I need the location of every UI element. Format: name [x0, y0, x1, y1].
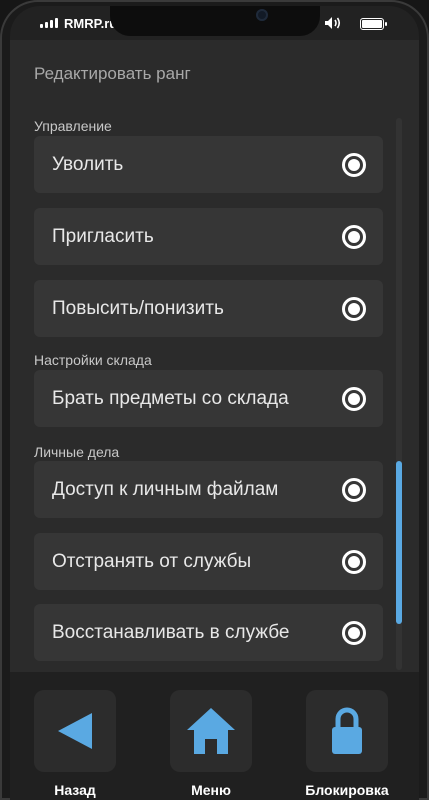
menu-label: Меню [191, 782, 231, 798]
radio-toggle[interactable] [342, 477, 366, 502]
section-label-management: Управление [34, 118, 112, 134]
lock-icon [332, 707, 362, 754]
back-button[interactable] [34, 690, 116, 772]
permission-label: Восстанавливать в службе [52, 621, 290, 643]
back-arrow-icon [58, 713, 92, 749]
radio-toggle[interactable] [342, 296, 366, 321]
permission-label: Пригласить [52, 225, 154, 247]
home-icon [187, 708, 235, 754]
camera-icon [256, 9, 268, 21]
permission-label: Отстранять от службы [52, 550, 252, 572]
notch [110, 6, 320, 36]
rank-editor-panel: Редактировать ранг Управление Уволить Пр… [10, 40, 419, 672]
battery-icon [360, 18, 387, 30]
radio-toggle[interactable] [342, 620, 366, 645]
permission-row-suspend[interactable]: Отстранять от службы [34, 533, 383, 590]
menu-button[interactable] [170, 690, 252, 772]
permission-row-reinstate[interactable]: Восстанавливать в службе [34, 604, 383, 661]
radio-toggle[interactable] [342, 152, 366, 177]
radio-toggle[interactable] [342, 549, 366, 574]
speaker-icon [325, 17, 341, 29]
permission-label: Доступ к личным файлам [52, 478, 279, 500]
permission-row-take-items[interactable]: Брать предметы со склада [34, 370, 383, 427]
page-title: Редактировать ранг [34, 64, 191, 83]
scrollbar-thumb[interactable] [396, 461, 402, 624]
section-label-warehouse: Настройки склада [34, 352, 152, 368]
radio-toggle[interactable] [342, 224, 366, 249]
lock-button[interactable] [306, 690, 388, 772]
permission-label: Брать предметы со склада [52, 387, 289, 409]
permission-label: Повысить/понизить [52, 297, 224, 319]
back-label: Назад [54, 782, 96, 798]
permission-row-invite[interactable]: Пригласить [34, 208, 383, 265]
bottom-nav-bar: Назад Меню Блокировка [10, 672, 419, 800]
lock-label: Блокировка [305, 782, 389, 798]
section-label-personal-files: Личные дела [34, 444, 120, 460]
permission-row-fire[interactable]: Уволить [34, 136, 383, 193]
signal-bars-icon [40, 18, 58, 28]
screen: RMRP.ru Редактировать ранг Управление Ув… [10, 6, 419, 800]
status-bar: RMRP.ru [10, 6, 419, 42]
permission-row-file-access[interactable]: Доступ к личным файлам [34, 461, 383, 518]
radio-toggle[interactable] [342, 386, 366, 411]
permission-row-promote[interactable]: Повысить/понизить [34, 280, 383, 337]
permission-label: Уволить [52, 153, 124, 175]
